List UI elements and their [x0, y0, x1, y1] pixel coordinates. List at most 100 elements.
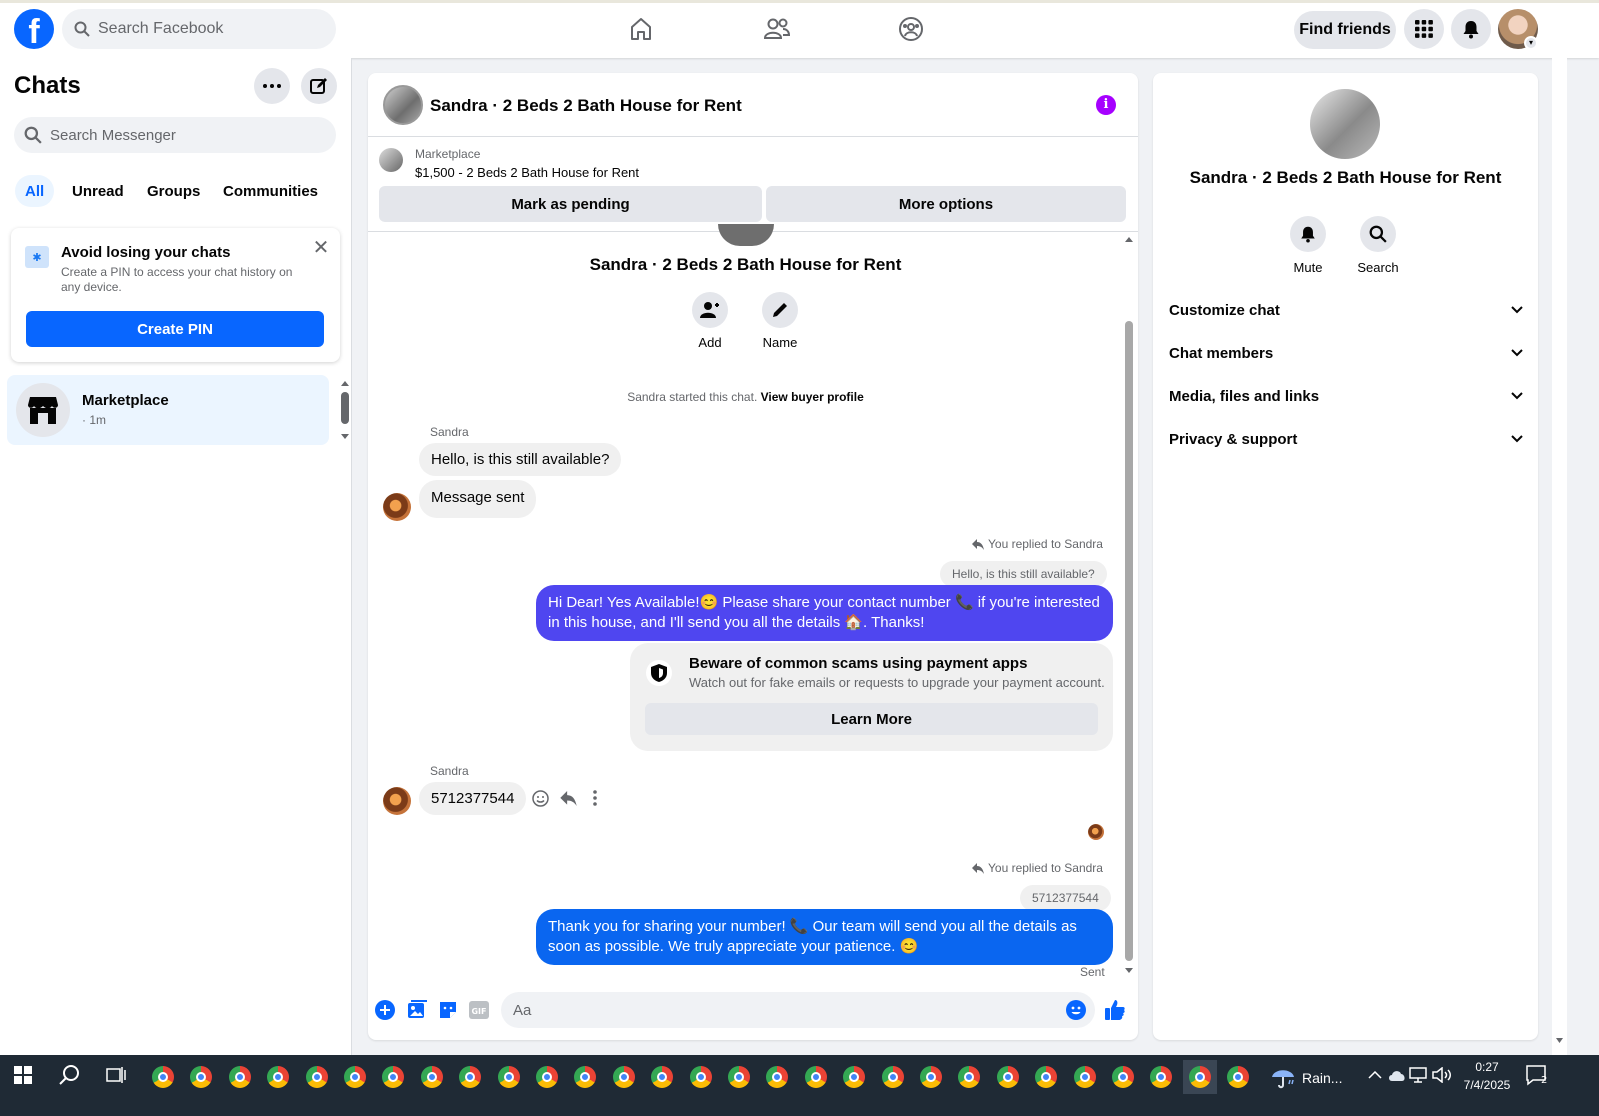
info-icon[interactable]: i — [1096, 95, 1116, 115]
facebook-logo[interactable]: f — [14, 9, 54, 49]
groups-icon[interactable] — [896, 14, 926, 44]
message-input-placeholder: Aa — [513, 1001, 532, 1019]
filter-tab-groups[interactable]: Groups — [137, 175, 210, 207]
filter-tab-all[interactable]: All — [15, 175, 55, 207]
pin-card-description: Create a PIN to access your chat history… — [61, 265, 293, 294]
message-input[interactable]: Aa — [501, 992, 1095, 1028]
messenger-search-input[interactable]: Search Messenger — [14, 117, 336, 153]
react-emoji-icon[interactable] — [529, 787, 551, 809]
sidebar-scrollbar[interactable] — [340, 380, 350, 440]
reply-indicator: You replied to Sandra — [972, 861, 1103, 875]
chat-title[interactable]: Sandra · 2 Beds 2 Bath House for Rent — [430, 96, 742, 116]
more-options-button[interactable]: More options — [766, 186, 1126, 222]
media-files-links-section[interactable]: Media, files and links — [1169, 378, 1523, 414]
incoming-message[interactable]: 5712377544 — [419, 782, 527, 815]
chrome-taskbar-icon[interactable] — [1144, 1060, 1178, 1094]
outgoing-message[interactable]: Hi Dear! Yes Available!😊 Please share yo… — [536, 585, 1113, 641]
name-chat-action[interactable]: Name — [740, 292, 820, 350]
sticker-icon[interactable] — [437, 999, 459, 1021]
plus-circle-icon[interactable] — [374, 999, 396, 1021]
facebook-search-input[interactable]: Search Facebook — [62, 9, 336, 49]
chrome-taskbar-icon[interactable] — [722, 1060, 756, 1094]
chrome-taskbar-icon[interactable] — [991, 1060, 1025, 1094]
view-buyer-profile-link[interactable]: View buyer profile — [761, 390, 864, 404]
chrome-taskbar-icon[interactable] — [799, 1060, 833, 1094]
task-view-icon[interactable] — [101, 1060, 131, 1090]
listing-title[interactable]: $1,500 - 2 Beds 2 Bath House for Rent — [415, 165, 639, 180]
chrome-taskbar-icon[interactable] — [1221, 1060, 1255, 1094]
mute-action[interactable]: Mute — [1273, 216, 1343, 275]
filter-tab-communities[interactable]: Communities — [213, 175, 328, 207]
friends-icon[interactable] — [762, 14, 792, 44]
learn-more-button[interactable]: Learn More — [645, 703, 1098, 735]
mark-as-pending-button[interactable]: Mark as pending — [379, 186, 762, 222]
more-vertical-icon[interactable] — [584, 787, 606, 809]
search-in-chat-action[interactable]: Search — [1343, 216, 1413, 275]
notifications-bell-icon[interactable] — [1451, 9, 1491, 49]
chrome-taskbar-icon[interactable] — [914, 1060, 948, 1094]
quoted-message[interactable]: Hello, is this still available? — [940, 561, 1107, 587]
reply-icon[interactable] — [557, 787, 579, 809]
incoming-message[interactable]: Hello, is this still available? — [419, 443, 622, 476]
taskbar-weather[interactable]: Rain... — [1270, 1066, 1342, 1090]
chrome-taskbar-icon[interactable] — [760, 1060, 794, 1094]
chrome-taskbar-icon[interactable] — [146, 1060, 180, 1094]
chat-members-section[interactable]: Chat members — [1169, 335, 1523, 371]
home-icon[interactable] — [626, 14, 656, 44]
filter-tab-unread[interactable]: Unread — [62, 175, 134, 207]
privacy-support-section[interactable]: Privacy & support — [1169, 421, 1523, 457]
page-scrollbar[interactable] — [1552, 58, 1567, 1055]
emoji-icon[interactable] — [1065, 999, 1087, 1021]
chrome-taskbar-icon[interactable] — [1182, 1060, 1217, 1094]
incoming-message[interactable]: Message sent — [419, 480, 537, 518]
quoted-message[interactable]: 5712377544 — [1020, 885, 1111, 911]
gif-icon[interactable]: GIF — [468, 999, 490, 1021]
like-thumbs-up-icon[interactable] — [1104, 999, 1126, 1021]
chrome-taskbar-icon[interactable] — [261, 1060, 295, 1094]
find-friends-button[interactable]: Find friends — [1294, 11, 1396, 49]
chrome-taskbar-icon[interactable] — [376, 1060, 410, 1094]
chrome-taskbar-icon[interactable] — [338, 1060, 372, 1094]
chrome-taskbar-icon[interactable] — [530, 1060, 564, 1094]
windows-start-icon[interactable] — [8, 1060, 38, 1090]
shield-icon — [646, 660, 672, 686]
chrome-taskbar-icon[interactable] — [952, 1060, 986, 1094]
sender-avatar[interactable] — [383, 787, 411, 815]
create-pin-button[interactable]: Create PIN — [26, 311, 324, 347]
notification-center-icon[interactable]: 2 — [1522, 1060, 1552, 1090]
close-icon[interactable]: ✕ — [311, 238, 331, 258]
customize-chat-section[interactable]: Customize chat — [1169, 292, 1523, 328]
new-message-compose-icon[interactable] — [301, 68, 337, 104]
volume-speaker-icon[interactable] — [1427, 1060, 1457, 1090]
taskbar-search-icon[interactable] — [55, 1060, 85, 1090]
chrome-taskbar-icon[interactable] — [492, 1060, 526, 1094]
taskbar-clock[interactable]: 0:27 7/4/2025 — [1462, 1058, 1512, 1094]
chrome-taskbar-icon[interactable] — [645, 1060, 679, 1094]
chat-info-avatar[interactable] — [1310, 89, 1380, 159]
chrome-taskbar-icon[interactable] — [876, 1060, 910, 1094]
outgoing-message[interactable]: Thank you for sharing your number! 📞 Our… — [536, 909, 1113, 965]
account-chevron-down-icon[interactable]: ▾ — [1524, 36, 1538, 50]
chrome-taskbar-icon[interactable] — [223, 1060, 257, 1094]
chrome-taskbar-icon[interactable] — [184, 1060, 218, 1094]
menu-grid-icon[interactable] — [1404, 9, 1444, 49]
conversation-item-marketplace[interactable]: Marketplace · 1m — [7, 375, 329, 445]
chrome-taskbar-icon[interactable] — [1068, 1060, 1102, 1094]
chats-options-icon[interactable] — [254, 68, 290, 104]
chrome-icon — [612, 1066, 635, 1088]
chrome-taskbar-icon[interactable] — [568, 1060, 602, 1094]
sender-avatar[interactable] — [383, 493, 411, 521]
chrome-taskbar-icon[interactable] — [1106, 1060, 1140, 1094]
chat-avatar[interactable] — [383, 85, 423, 125]
chrome-taskbar-icon[interactable] — [300, 1060, 334, 1094]
add-people-action[interactable]: Add — [670, 292, 750, 350]
photo-gallery-icon[interactable] — [406, 999, 428, 1021]
chrome-taskbar-icon[interactable] — [684, 1060, 718, 1094]
chrome-taskbar-icon[interactable] — [453, 1060, 487, 1094]
chrome-taskbar-icon[interactable] — [415, 1060, 449, 1094]
chrome-taskbar-icon[interactable] — [837, 1060, 871, 1094]
listing-thumbnail[interactable] — [379, 148, 403, 172]
chrome-taskbar-icon[interactable] — [1029, 1060, 1063, 1094]
chat-scrollbar[interactable] — [1123, 233, 1135, 978]
chrome-taskbar-icon[interactable] — [607, 1060, 641, 1094]
